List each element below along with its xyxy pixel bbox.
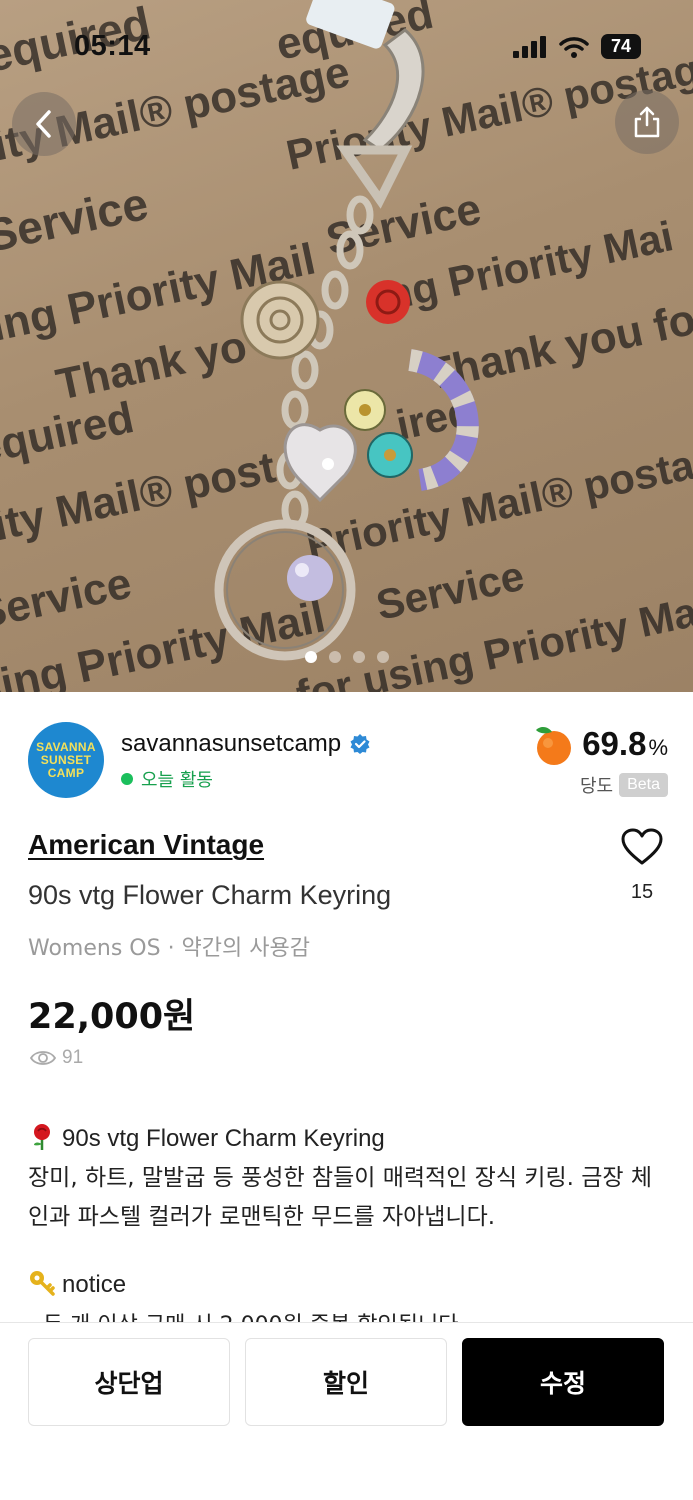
product-photo: equired equired rity Mail® postage Prior…: [0, 0, 693, 692]
back-button[interactable]: [12, 92, 76, 156]
heart-icon: [621, 828, 663, 865]
battery-indicator: 74: [601, 34, 641, 59]
svg-text:Service: Service: [322, 184, 485, 264]
wifi-icon: [559, 36, 589, 58]
product-title: 90s vtg Flower Charm Keyring: [28, 880, 392, 910]
like-button[interactable]: 15: [619, 828, 665, 904]
description-body-line: 장미, 하트, 말발굽 등 풍성한 참들이 매력적인 장식 키링. 금장 체: [28, 1165, 653, 1191]
status-time: 05:14: [74, 30, 151, 62]
status-bar: 05:14 74: [0, 0, 693, 90]
cellular-signal-icon: [513, 35, 546, 58]
activity-text: 오늘 활동: [141, 770, 213, 791]
rose-emoji-icon: [34, 1124, 50, 1150]
brand-link[interactable]: American Vintage: [28, 829, 264, 861]
product-price: 22,000원: [28, 997, 196, 1037]
pager-dot[interactable]: [352, 651, 365, 663]
pager-dot[interactable]: [328, 651, 341, 663]
svg-text:Service: Service: [372, 552, 528, 629]
verified-badge-icon: [350, 734, 370, 754]
product-description: 90s vtg Flower Charm Keyring 장미, 하트, 말발굽…: [28, 1119, 668, 1237]
edit-button[interactable]: 수정: [462, 1338, 664, 1426]
view-count-value: 91: [62, 1047, 84, 1068]
avatar-text-line: CAMP: [47, 765, 85, 780]
chevron-left-icon: [36, 110, 51, 138]
discount-button[interactable]: 할인: [245, 1338, 447, 1426]
product-image-carousel[interactable]: equired equired rity Mail® postage Prior…: [0, 0, 693, 692]
description-body-line: 인과 파스텔 컬러가 로맨틱한 무드를 자아냅니다.: [28, 1204, 496, 1230]
bump-button[interactable]: 상단업: [28, 1338, 230, 1426]
online-dot: [121, 773, 133, 785]
avatar-text-line: SAVANNA: [36, 739, 96, 754]
seller-row[interactable]: SAVANNA SUNSET CAMP savannasunsetcamp 오늘…: [28, 722, 668, 802]
seller-name-row[interactable]: savannasunsetcamp: [121, 730, 371, 758]
bottom-action-bar: 상단업 할인 수정: [0, 1322, 693, 1500]
seller-name[interactable]: savannasunsetcamp: [121, 730, 341, 758]
svg-text:Thank yo: Thank yo: [52, 322, 251, 410]
description-heading: 90s vtg Flower Charm Keyring: [62, 1125, 385, 1152]
share-button[interactable]: [615, 90, 679, 154]
svg-text:Service: Service: [0, 177, 152, 262]
peach-icon: [536, 726, 572, 765]
seller-avatar[interactable]: SAVANNA SUNSET CAMP: [28, 722, 104, 798]
key-emoji-icon: [30, 1271, 55, 1296]
rating-label: 당도: [579, 776, 614, 797]
rating-unit: %: [648, 735, 668, 760]
product-meta: Womens OS · 약간의 사용감: [28, 936, 310, 961]
notice-heading-row: notice: [28, 1267, 126, 1303]
svg-text:Priority Mail® postag: Priority Mail® postag: [302, 435, 693, 568]
sweetness-rating[interactable]: 69.8 % 당도 Beta: [530, 722, 668, 798]
beta-badge: Beta: [619, 773, 668, 797]
svg-text:equired: equired: [0, 393, 138, 474]
view-count: 91: [30, 1047, 83, 1069]
avatar-text-line: SUNSET: [40, 752, 92, 767]
notice-heading: notice: [62, 1271, 127, 1298]
image-pager: [0, 651, 693, 663]
like-count: 15: [630, 881, 654, 903]
rating-value: 69.8: [582, 725, 647, 762]
pager-dot[interactable]: [304, 651, 317, 663]
eye-icon: [30, 1051, 56, 1065]
pager-dot[interactable]: [376, 651, 389, 663]
share-icon: [634, 106, 660, 138]
activity-status: 오늘 활동: [121, 766, 213, 792]
svg-text:Service: Service: [0, 558, 136, 638]
notice-line-partial: - 두 개 이상 구매 시 2,000원 중복 할인됩니다: [28, 1308, 458, 1322]
